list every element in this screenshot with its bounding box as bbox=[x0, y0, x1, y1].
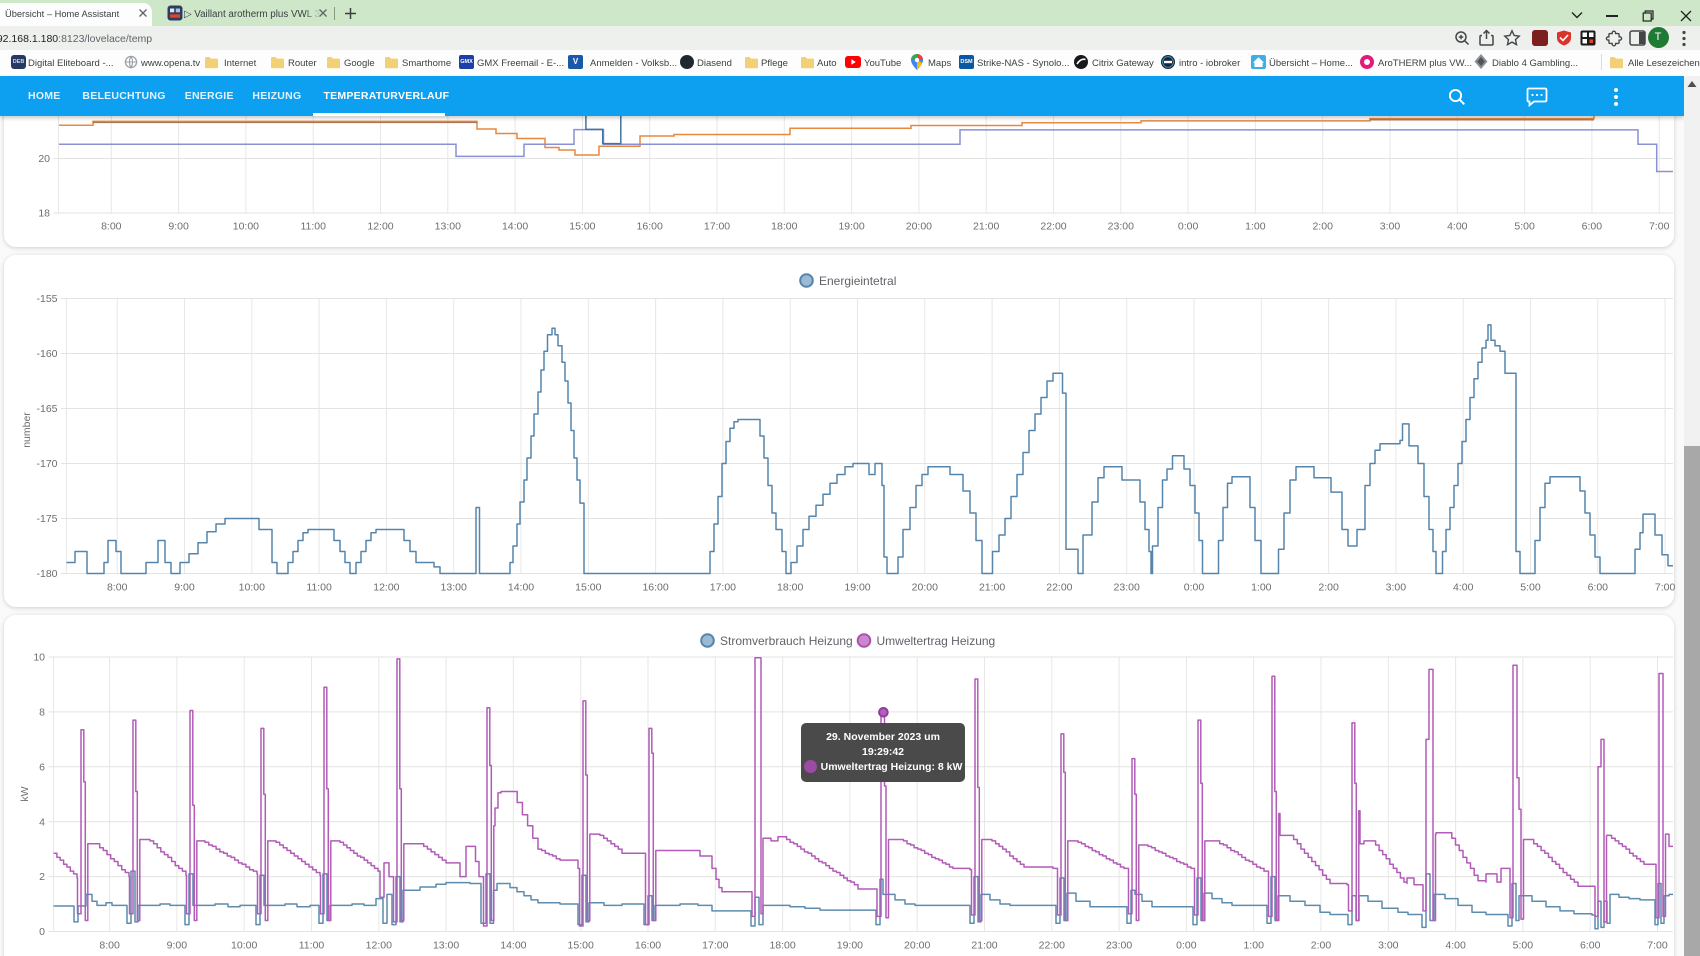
svg-text:16:00: 16:00 bbox=[635, 940, 661, 952]
svg-text:4:00: 4:00 bbox=[1445, 940, 1466, 952]
svg-text:Umweltertrag Heizung: Umweltertrag Heizung bbox=[877, 634, 996, 648]
svg-text:15:00: 15:00 bbox=[569, 221, 595, 233]
svg-text:6:00: 6:00 bbox=[1582, 221, 1603, 233]
svg-text:13:00: 13:00 bbox=[441, 582, 467, 594]
svg-text:11:00: 11:00 bbox=[300, 221, 326, 233]
svg-text:6: 6 bbox=[39, 761, 45, 773]
svg-text:0:00: 0:00 bbox=[1184, 582, 1205, 594]
svg-text:17:00: 17:00 bbox=[710, 582, 736, 594]
svg-text:2:00: 2:00 bbox=[1312, 221, 1333, 233]
svg-text:20:00: 20:00 bbox=[904, 940, 930, 952]
svg-text:12:00: 12:00 bbox=[367, 221, 393, 233]
svg-text:23:00: 23:00 bbox=[1106, 940, 1132, 952]
svg-text:10:00: 10:00 bbox=[239, 582, 265, 594]
svg-text:21:00: 21:00 bbox=[973, 221, 999, 233]
svg-text:17:00: 17:00 bbox=[704, 221, 730, 233]
svg-text:7:00: 7:00 bbox=[1649, 221, 1670, 233]
svg-text:19:00: 19:00 bbox=[837, 940, 863, 952]
svg-text:20:00: 20:00 bbox=[906, 221, 932, 233]
svg-text:0: 0 bbox=[39, 926, 45, 938]
svg-text:22:00: 22:00 bbox=[1039, 940, 1065, 952]
svg-text:10: 10 bbox=[33, 652, 45, 664]
svg-text:9:00: 9:00 bbox=[167, 940, 188, 952]
svg-text:20:00: 20:00 bbox=[912, 582, 938, 594]
svg-text:8:00: 8:00 bbox=[107, 582, 128, 594]
svg-text:3:00: 3:00 bbox=[1378, 940, 1399, 952]
svg-text:13:00: 13:00 bbox=[433, 940, 459, 952]
svg-text:1:00: 1:00 bbox=[1245, 221, 1266, 233]
svg-text:10:00: 10:00 bbox=[233, 221, 259, 233]
svg-text:1:00: 1:00 bbox=[1243, 940, 1264, 952]
svg-text:-160: -160 bbox=[36, 348, 57, 360]
svg-text:11:00: 11:00 bbox=[306, 582, 332, 594]
svg-text:21:00: 21:00 bbox=[971, 940, 997, 952]
svg-text:-155: -155 bbox=[36, 293, 57, 305]
svg-text:4:00: 4:00 bbox=[1447, 221, 1468, 233]
svg-text:18:00: 18:00 bbox=[769, 940, 795, 952]
svg-text:2:00: 2:00 bbox=[1311, 940, 1332, 952]
svg-text:2:00: 2:00 bbox=[1318, 582, 1339, 594]
svg-text:9:00: 9:00 bbox=[174, 582, 195, 594]
svg-text:18:00: 18:00 bbox=[777, 582, 803, 594]
svg-text:17:00: 17:00 bbox=[702, 940, 728, 952]
svg-text:-165: -165 bbox=[36, 403, 57, 415]
svg-text:22:00: 22:00 bbox=[1046, 582, 1072, 594]
svg-text:8:00: 8:00 bbox=[99, 940, 120, 952]
svg-text:4: 4 bbox=[39, 816, 45, 828]
svg-text:9:00: 9:00 bbox=[168, 221, 189, 233]
svg-text:0:00: 0:00 bbox=[1176, 940, 1197, 952]
svg-text:13:00: 13:00 bbox=[435, 221, 461, 233]
svg-text:11:00: 11:00 bbox=[299, 940, 325, 952]
svg-text:22:00: 22:00 bbox=[1040, 221, 1066, 233]
svg-text:-180: -180 bbox=[36, 568, 57, 580]
svg-text:8:00: 8:00 bbox=[101, 221, 122, 233]
svg-text:16:00: 16:00 bbox=[642, 582, 668, 594]
svg-text:15:00: 15:00 bbox=[568, 940, 594, 952]
svg-text:5:00: 5:00 bbox=[1514, 221, 1535, 233]
svg-text:-175: -175 bbox=[36, 513, 57, 525]
svg-text:Energieintetral: Energieintetral bbox=[819, 274, 896, 288]
svg-text:-170: -170 bbox=[36, 458, 57, 470]
svg-text:18:00: 18:00 bbox=[771, 221, 797, 233]
svg-text:16:00: 16:00 bbox=[637, 221, 663, 233]
svg-text:12:00: 12:00 bbox=[373, 582, 399, 594]
svg-text:1:00: 1:00 bbox=[1251, 582, 1272, 594]
svg-text:21:00: 21:00 bbox=[979, 582, 1005, 594]
svg-text:18: 18 bbox=[38, 208, 50, 220]
svg-text:Stromverbrauch Heizung: Stromverbrauch Heizung bbox=[720, 634, 853, 648]
svg-text:number: number bbox=[21, 412, 33, 448]
svg-text:14:00: 14:00 bbox=[500, 940, 526, 952]
svg-text:7:00: 7:00 bbox=[1655, 582, 1676, 594]
svg-text:19:00: 19:00 bbox=[838, 221, 864, 233]
svg-text:5:00: 5:00 bbox=[1520, 582, 1541, 594]
svg-text:8: 8 bbox=[39, 707, 45, 719]
svg-text:6:00: 6:00 bbox=[1580, 940, 1601, 952]
svg-text:23:00: 23:00 bbox=[1114, 582, 1140, 594]
svg-text:3:00: 3:00 bbox=[1386, 582, 1407, 594]
svg-text:15:00: 15:00 bbox=[575, 582, 601, 594]
svg-text:19:00: 19:00 bbox=[844, 582, 870, 594]
svg-text:kW: kW bbox=[19, 786, 31, 801]
svg-text:3:00: 3:00 bbox=[1380, 221, 1401, 233]
svg-text:2: 2 bbox=[39, 871, 45, 883]
svg-text:14:00: 14:00 bbox=[508, 582, 534, 594]
svg-text:20: 20 bbox=[38, 153, 50, 165]
svg-text:4:00: 4:00 bbox=[1453, 582, 1474, 594]
svg-text:10:00: 10:00 bbox=[231, 940, 257, 952]
svg-text:12:00: 12:00 bbox=[366, 940, 392, 952]
svg-text:6:00: 6:00 bbox=[1588, 582, 1609, 594]
svg-text:14:00: 14:00 bbox=[502, 221, 528, 233]
svg-text:7:00: 7:00 bbox=[1647, 940, 1668, 952]
svg-text:5:00: 5:00 bbox=[1513, 940, 1534, 952]
svg-text:23:00: 23:00 bbox=[1108, 221, 1134, 233]
svg-text:0:00: 0:00 bbox=[1178, 221, 1199, 233]
